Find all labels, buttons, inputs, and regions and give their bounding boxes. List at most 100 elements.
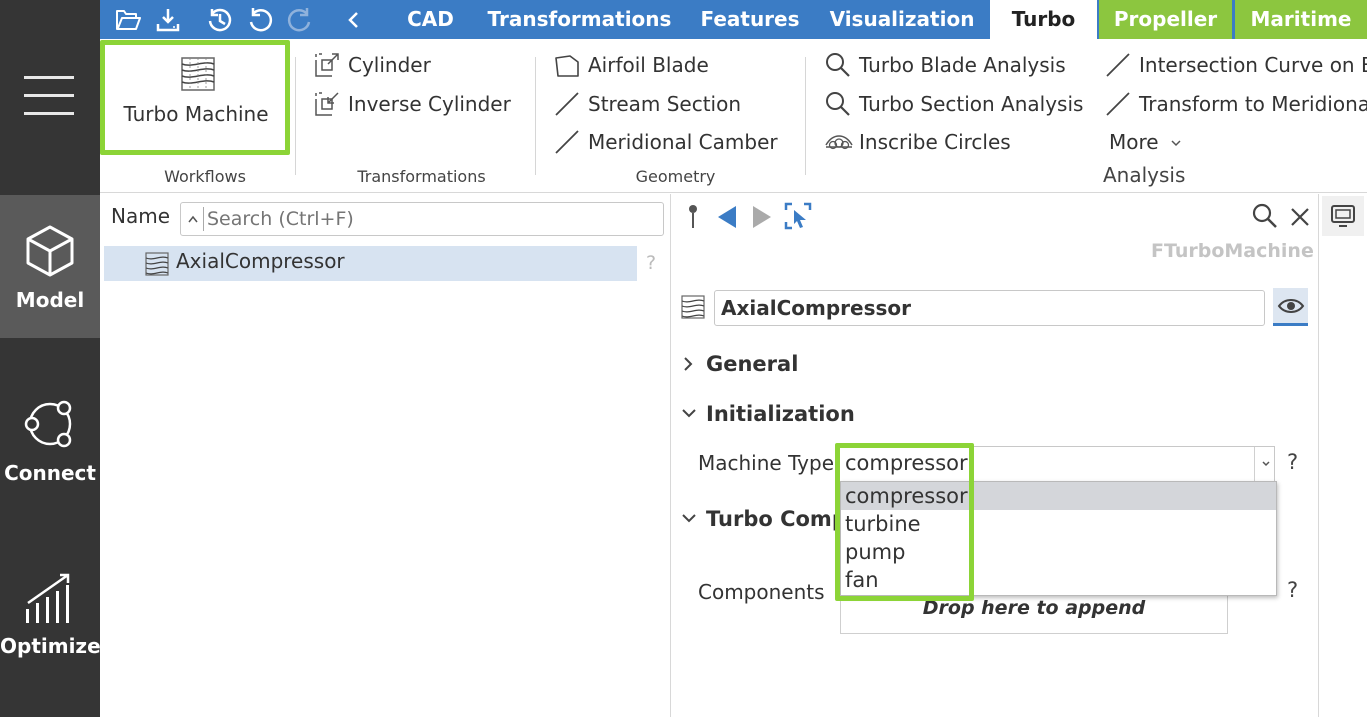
separator (805, 57, 806, 175)
line-icon (555, 92, 579, 116)
object-name-field[interactable]: AxialCompressor (714, 290, 1265, 326)
object-type-label: FTurboMachine (1151, 240, 1314, 262)
undo-icon[interactable] (246, 6, 274, 34)
section-initialization[interactable]: Initialization (681, 399, 881, 429)
import-icon[interactable] (154, 6, 182, 34)
machine-type-select[interactable]: compressor (838, 446, 1275, 482)
inverse-cylinder-icon (315, 92, 339, 116)
top-bar: CAD Transformations Features Visualizati… (100, 0, 1367, 39)
tab-transformations[interactable]: Transformations (482, 0, 677, 39)
rail-item-optimize[interactable]: Optimize (0, 541, 101, 684)
chevron-down-icon (1262, 461, 1270, 467)
chevron-up-icon[interactable] (187, 214, 199, 224)
more-label: More (1109, 130, 1159, 154)
properties-panel: FTurboMachine AxialCompressor General In… (671, 194, 1319, 717)
help-icon[interactable]: ? (1287, 450, 1298, 474)
tab-cad[interactable]: CAD (393, 0, 468, 39)
line-icon (555, 130, 579, 154)
cylinder-icon (315, 53, 339, 77)
turbo-blade-analysis-label: Turbo Blade Analysis (859, 53, 1066, 77)
tab-propeller[interactable]: Propeller (1099, 0, 1232, 39)
components-label: Components (698, 580, 825, 604)
object-name-value: AxialCompressor (721, 296, 911, 320)
connect-icon (24, 400, 72, 448)
tree-item-label: AxialCompressor (176, 249, 345, 273)
monitor-icon (1331, 205, 1355, 227)
magnifier-icon (826, 53, 850, 77)
eye-icon (1277, 299, 1305, 313)
section-turbo-components-label: Turbo Compo (706, 507, 862, 531)
chevron-down-icon (1171, 140, 1181, 147)
menu-icon[interactable] (24, 76, 76, 116)
search-icon[interactable] (1251, 202, 1279, 230)
turbo-section-analysis-label: Turbo Section Analysis (859, 92, 1084, 116)
tree-search-field[interactable] (180, 202, 664, 236)
back-arrow-icon[interactable] (716, 204, 738, 230)
help-icon[interactable]: ? (646, 252, 656, 274)
inscribe-circles-label: Inscribe Circles (859, 130, 1011, 154)
turbo-machine-button[interactable]: Turbo Machine (108, 44, 284, 150)
tab-maritime[interactable]: Maritime (1235, 0, 1367, 39)
right-strip (1320, 194, 1367, 717)
meridional-camber-label: Meridional Camber (588, 130, 778, 154)
intersection-curve-label: Intersection Curve on B (1139, 53, 1367, 77)
chevron-right-icon (684, 357, 693, 371)
rail-label-connect: Connect (4, 461, 96, 485)
screen-toggle[interactable] (1322, 196, 1364, 236)
open-folder-icon[interactable] (114, 6, 142, 34)
dropdown-option-turbine[interactable]: turbine (841, 510, 1276, 538)
tab-turbo[interactable]: Turbo (990, 0, 1097, 39)
stream-section-label: Stream Section (588, 92, 742, 116)
magnifier-icon (826, 92, 850, 116)
chevron-down-icon (682, 514, 696, 523)
turbo-machine-icon (681, 295, 705, 319)
model-tree-panel: Name AxialCompressor ? (100, 194, 671, 717)
redo-icon[interactable] (286, 6, 314, 34)
cube-icon (26, 225, 74, 277)
ribbon: Turbo Machine Workflows Cylinder Inverse… (100, 39, 1367, 193)
group-label-workflows: Workflows (164, 167, 246, 186)
select-cursor-icon[interactable] (784, 202, 812, 230)
section-general-label: General (706, 352, 799, 376)
cylinder-label: Cylinder (348, 53, 431, 77)
machine-type-value: compressor (845, 451, 968, 475)
group-label-analysis: Analysis (1103, 163, 1186, 187)
forward-arrow-icon[interactable] (751, 204, 773, 230)
left-rail: Model Connect Optimize (0, 0, 101, 717)
line-icon (1106, 53, 1130, 77)
rail-item-connect[interactable]: Connect (0, 368, 100, 511)
history-icon[interactable] (206, 6, 234, 34)
group-label-transformations: Transformations (357, 167, 486, 186)
chevron-left-icon[interactable] (340, 6, 368, 34)
visibility-toggle[interactable] (1273, 288, 1308, 326)
group-label-geometry: Geometry (635, 167, 716, 186)
dropdown-option-compressor[interactable]: compressor (841, 482, 1276, 510)
airfoil-blade-icon (555, 55, 579, 77)
components-drop-area[interactable]: Drop here to append (840, 592, 1228, 634)
pin-icon[interactable] (683, 202, 703, 230)
separator (295, 57, 296, 175)
tab-visualization[interactable]: Visualization (822, 0, 982, 39)
tab-features[interactable]: Features (695, 0, 805, 39)
chart-bars-icon (26, 573, 70, 623)
turbo-machine-icon (181, 57, 215, 91)
dropdown-option-pump[interactable]: pump (841, 538, 1276, 566)
turbo-machine-icon (145, 252, 169, 276)
close-icon[interactable] (1289, 206, 1311, 228)
machine-type-label: Machine Type (698, 451, 835, 475)
rail-label-model: Model (15, 288, 85, 312)
chevron-down-icon (682, 409, 696, 418)
airfoil-blade-label: Airfoil Blade (588, 53, 709, 77)
help-icon[interactable]: ? (1287, 578, 1298, 602)
inscribe-circles-icon (825, 135, 853, 150)
turbo-machine-label: Turbo Machine (123, 102, 269, 126)
dropdown-option-fan[interactable]: fan (841, 566, 1276, 594)
section-general[interactable]: General (681, 349, 831, 379)
rail-item-model[interactable]: Model (0, 195, 100, 338)
rail-label-optimize: Optimize (0, 634, 101, 658)
section-initialization-label: Initialization (706, 402, 855, 426)
tree-name-header: Name (111, 204, 171, 228)
tree-row[interactable]: AxialCompressor (104, 246, 637, 281)
inverse-cylinder-label: Inverse Cylinder (348, 92, 511, 116)
search-input[interactable] (207, 206, 647, 232)
